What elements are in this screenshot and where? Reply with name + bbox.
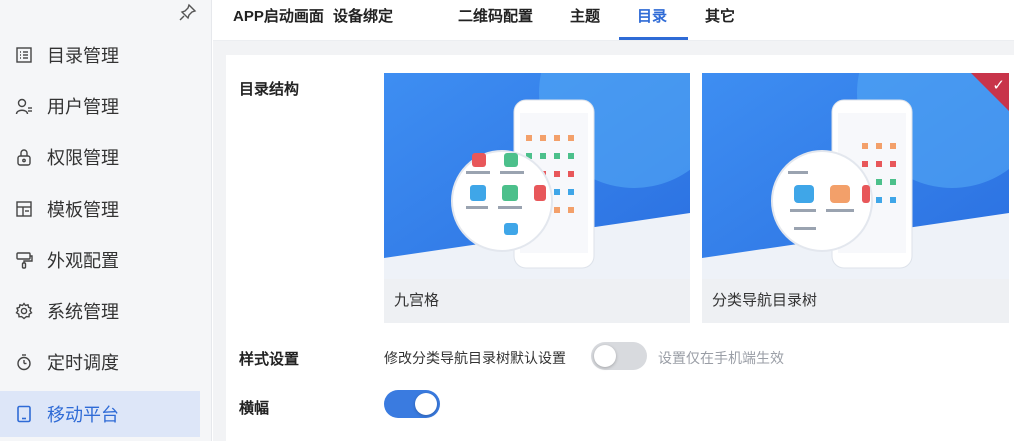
category-tree-preview-image: ✓ xyxy=(702,73,1009,279)
sidebar-item-label: 权限管理 xyxy=(47,148,119,168)
sidebar-item-label: 定时调度 xyxy=(47,353,119,373)
sidebar-item-scheduler[interactable]: 定时调度 xyxy=(0,339,200,385)
grid-option-caption: 九宫格 xyxy=(394,292,440,309)
tab-bar: APP启动画面 设备绑定 二维码配置 主题 目录 其它 xyxy=(213,0,1014,41)
sidebar-item-mobile[interactable]: 移动平台 xyxy=(0,391,200,437)
sidebar-item-label: 移动平台 xyxy=(47,405,119,425)
sidebar-item-label: 目录管理 xyxy=(47,46,119,66)
sidebar-item-users[interactable]: 用户管理 xyxy=(0,83,200,129)
tab-directory[interactable]: 目录 xyxy=(637,0,667,41)
directory-structure-label: 目录结构 xyxy=(239,81,300,98)
layout-option-category-tree[interactable]: ✓ 分类导航目录树 xyxy=(702,73,1009,323)
tab-device-binding[interactable]: 设备绑定 xyxy=(333,0,393,41)
checkmark-icon: ✓ xyxy=(992,77,1005,94)
layout-option-grid[interactable]: 九宫格 xyxy=(384,73,690,323)
lock-icon xyxy=(14,147,34,167)
banner-toggle[interactable] xyxy=(384,390,440,418)
sidebar-item-system[interactable]: 系统管理 xyxy=(0,288,200,334)
template-icon xyxy=(14,199,34,219)
toggle-knob xyxy=(594,345,616,367)
list-icon xyxy=(14,45,34,65)
tab-qrcode[interactable]: 二维码配置 xyxy=(458,0,533,41)
tab-theme[interactable]: 主题 xyxy=(570,0,600,41)
user-icon xyxy=(14,96,34,116)
sidebar-item-directory[interactable]: 目录管理 xyxy=(0,32,200,78)
sidebar-item-templates[interactable]: 模板管理 xyxy=(0,186,200,232)
style-settings-label: 样式设置 xyxy=(239,351,300,368)
sidebar-item-label: 系统管理 xyxy=(47,302,119,322)
sidebar-item-permissions[interactable]: 权限管理 xyxy=(0,134,200,180)
pin-icon[interactable] xyxy=(178,2,198,22)
tab-app-splash[interactable]: APP启动画面 xyxy=(233,0,324,41)
category-tree-option-caption: 分类导航目录树 xyxy=(712,292,818,309)
timer-icon xyxy=(14,352,34,372)
tablet-icon xyxy=(14,404,34,424)
sidebar-item-appearance[interactable]: 外观配置 xyxy=(0,237,200,283)
banner-label: 横幅 xyxy=(239,400,270,417)
sidebar-item-label: 模板管理 xyxy=(47,200,119,220)
toggle-knob xyxy=(415,393,437,415)
active-tab-indicator xyxy=(619,37,688,40)
sidebar-item-label: 外观配置 xyxy=(47,251,119,271)
grid-preview-image xyxy=(384,73,690,279)
brush-icon xyxy=(14,250,34,270)
sidebar: 目录管理 用户管理 权限管理 模板管理 外观配置 系统管理 定时调度 移动平台 xyxy=(0,0,212,441)
sidebar-item-label: 用户管理 xyxy=(47,97,119,117)
style-settings-hint: 设置仅在手机端生效 xyxy=(658,350,784,366)
gear-icon xyxy=(14,301,34,321)
tab-other[interactable]: 其它 xyxy=(705,0,735,41)
style-settings-toggle[interactable] xyxy=(591,342,647,370)
style-settings-description: 修改分类导航目录树默认设置 xyxy=(384,350,566,366)
